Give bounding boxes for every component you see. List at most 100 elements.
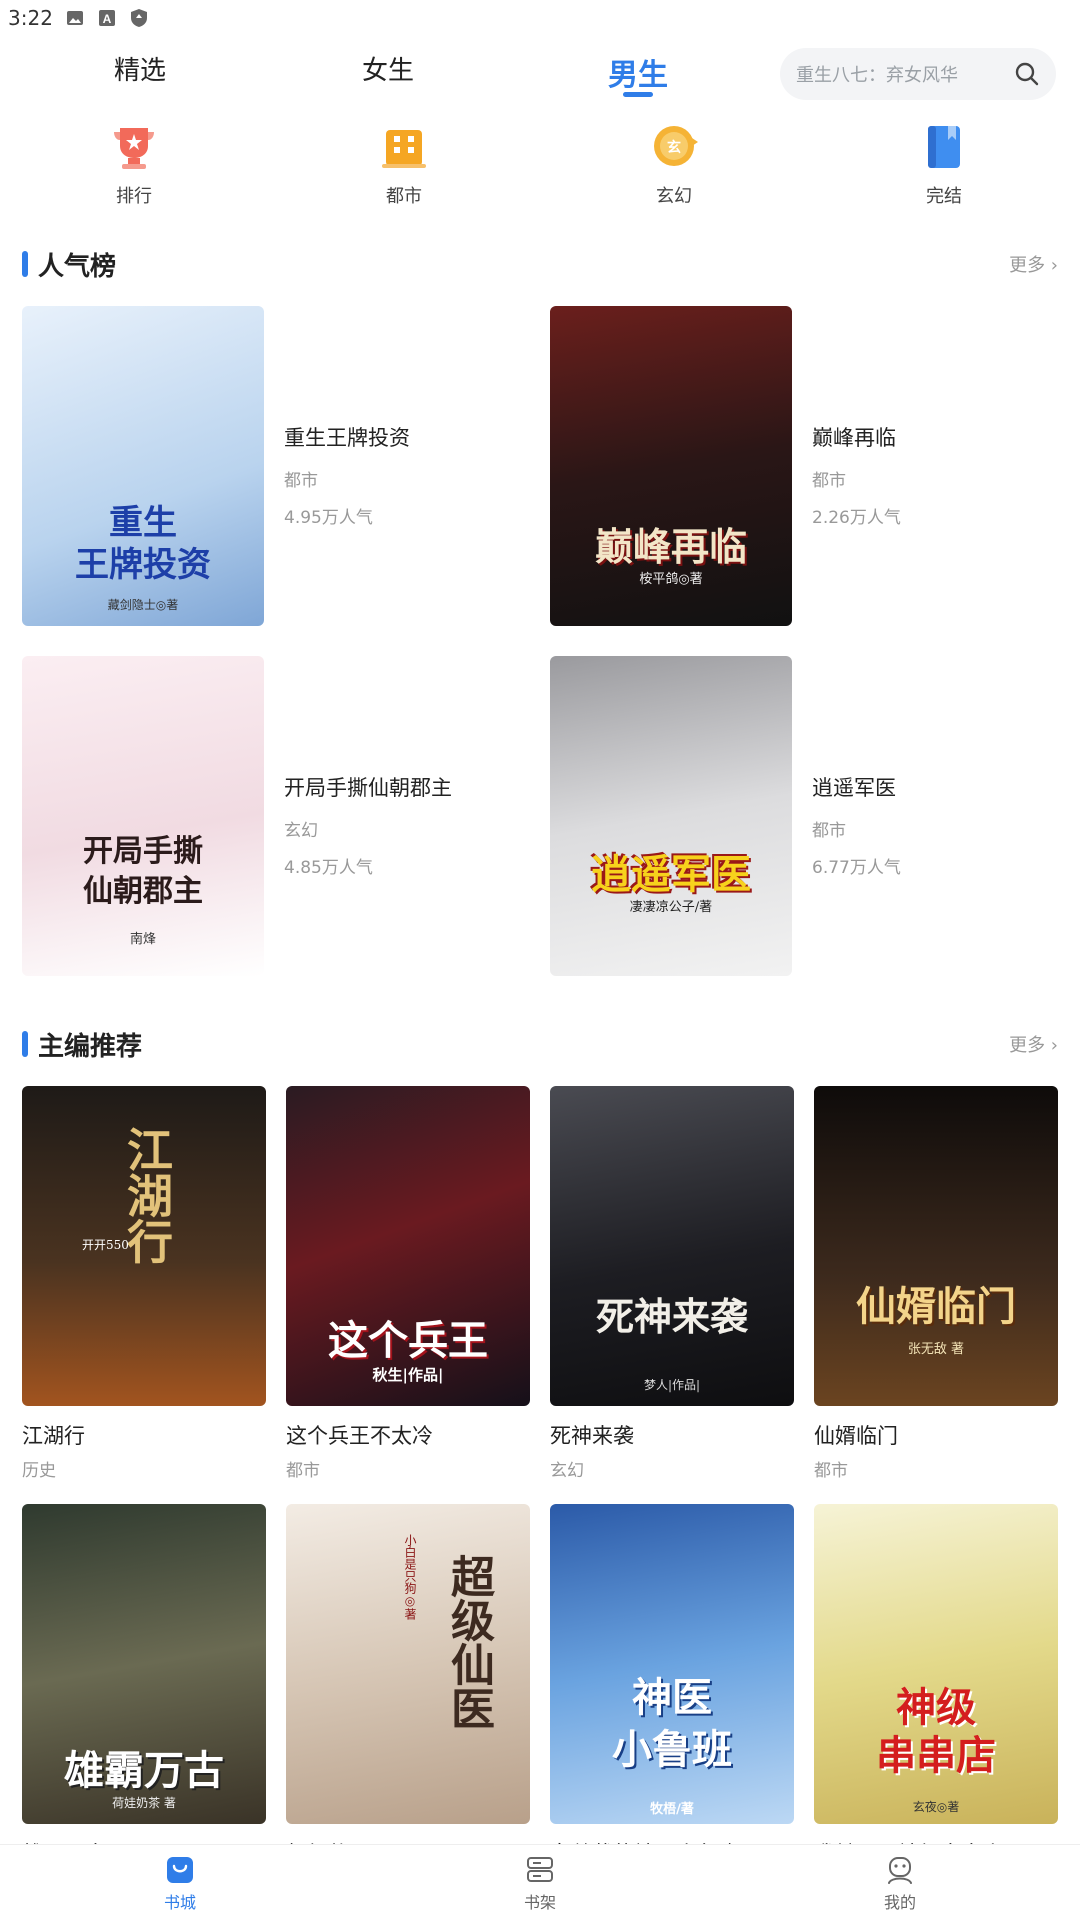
popular-book-card[interactable]: 重生 王牌投资 藏剑隐士◎著 重生王牌投资 都市 4.95万人气: [22, 306, 542, 626]
search-placeholder: 重生八七：弃女风华: [796, 65, 958, 86]
book-title: 逍遥军医: [812, 776, 896, 800]
book-title: 重生王牌投资: [284, 426, 410, 450]
tab-male[interactable]: 男生: [608, 50, 668, 94]
nav-label: 书架: [523, 1893, 556, 1912]
popular-book-card[interactable]: 逍遥军医 凄凄凉公子/著 逍遥军医 都市 6.77万人气: [550, 656, 1070, 976]
cover-title: 巅峰再临: [594, 524, 747, 569]
book-title: 这个兵王不太冷: [286, 1424, 433, 1448]
editor-book-card[interactable]: 仙婿临门 张无敌 著 仙婿临门 都市: [814, 1086, 1058, 1481]
book-meta: 巅峰再临 都市 2.26万人气: [812, 422, 901, 528]
bag-icon: [165, 1855, 195, 1885]
cover-author: 梦人|作品|: [643, 1378, 701, 1392]
cover-title: 重生 王牌投资: [75, 503, 211, 585]
user-icon: [885, 1855, 915, 1885]
editor-book-card[interactable]: 江湖行 开开550 江湖行 历史: [22, 1086, 266, 1481]
cover-title: 超级仙医: [443, 1554, 494, 1730]
shield-icon: [129, 8, 149, 28]
book-title: 死神来袭: [550, 1424, 634, 1448]
editor-book-card[interactable]: 神级串串店 玄夜◎著 我继承了神级串串店: [814, 1504, 1058, 1874]
category-label: 都市: [386, 186, 422, 207]
category-fantasy[interactable]: 玄 玄幻: [624, 120, 724, 208]
cover-author: 张无敌 著: [907, 1342, 965, 1357]
editor-section-header: 主编推荐 更多 ›: [22, 1024, 1058, 1064]
category-completed[interactable]: 完结: [894, 120, 994, 208]
book-cover: 江湖行 开开550: [22, 1086, 266, 1406]
cover-title: 雄霸万古: [64, 1747, 224, 1794]
bottom-navigation: 书城 书架 我的: [0, 1844, 1080, 1920]
cover-author: 玄夜◎著: [912, 1800, 960, 1814]
building-icon: [378, 120, 430, 172]
section-accent-bar: [22, 1031, 28, 1057]
book-genre: 都市: [814, 1461, 848, 1481]
book-genre: 玄幻: [284, 821, 318, 841]
book-title: 仙婿临门: [814, 1424, 898, 1448]
book-cover: 雄霸万古 荷娃奶茶 著: [22, 1504, 266, 1824]
cover-author: 牧梧/著: [650, 1802, 694, 1817]
book-cover: 超级仙医 小白是只狗◎著: [286, 1504, 530, 1824]
book-genre: 玄幻: [550, 1461, 584, 1481]
book-cover: 神医 小鲁班 牧梧/著: [550, 1504, 794, 1824]
book-cover: 这个兵王 秋生|作品|: [286, 1086, 530, 1406]
cover-author: 南烽: [129, 932, 156, 947]
book-meta: 开局手撕仙朝郡主 玄幻 4.85万人气: [284, 772, 452, 878]
active-tab-indicator: [623, 92, 653, 97]
category-label: 玄幻: [656, 186, 692, 207]
status-bar: 3:22 A: [0, 0, 1080, 36]
section-accent-bar: [22, 251, 28, 277]
book-cover: 仙婿临门 张无敌 著: [814, 1086, 1058, 1406]
cover-author: 桉平鸽◎著: [639, 572, 703, 587]
book-popularity: 6.77万人气: [812, 858, 901, 878]
trophy-icon: [108, 120, 160, 172]
tab-featured[interactable]: 精选: [114, 50, 166, 87]
cover-title: 神级 串串店: [876, 1684, 996, 1779]
cover-author: 荷娃奶茶 著: [112, 1796, 176, 1810]
book-meta: 逍遥军医 都市 6.77万人气: [812, 772, 901, 878]
cover-title: 死神来袭: [595, 1294, 748, 1339]
a-notification-icon: A: [97, 8, 117, 28]
category-urban[interactable]: 都市: [354, 120, 454, 208]
book-popularity: 4.95万人气: [284, 508, 373, 528]
popular-section-header: 人气榜 更多 ›: [22, 244, 1058, 284]
nav-bookstore[interactable]: 书城: [120, 1855, 240, 1913]
search-icon[interactable]: [1014, 61, 1040, 87]
book-cover: 死神来袭 梦人|作品|: [550, 1086, 794, 1406]
tab-female[interactable]: 女生: [362, 50, 414, 87]
cover-author: 秋生|作品|: [372, 1366, 444, 1384]
nav-bookshelf[interactable]: 书架: [480, 1855, 600, 1913]
editor-book-card[interactable]: 这个兵王 秋生|作品| 这个兵王不太冷 都市: [286, 1086, 530, 1481]
cover-author: 凄凄凉公子/著: [629, 900, 713, 915]
editor-book-card[interactable]: 神医小鲁班 牧梧/著 女总裁的神医小鲁班: [550, 1504, 794, 1874]
book-cover: 巅峰再临 桉平鸽◎著: [550, 306, 792, 626]
book-genre: 都市: [812, 471, 846, 491]
book-genre: 都市: [286, 1461, 320, 1481]
book-popularity: 2.26万人气: [812, 508, 901, 528]
category-row: 排行 都市 玄 玄幻 完结: [0, 120, 1080, 220]
svg-text:A: A: [103, 12, 112, 26]
cover-title: 神医 小鲁班: [612, 1674, 732, 1773]
top-tab-bar: 精选 女生 男生 重生八七：弃女风华: [0, 36, 1080, 132]
popular-book-card[interactable]: 开局手撕 仙朝郡主 南烽 开局手撕仙朝郡主 玄幻 4.85万人气: [22, 656, 542, 976]
popular-more-link[interactable]: 更多 ›: [1009, 251, 1058, 277]
book-cover: 逍遥军医 凄凄凉公子/著: [550, 656, 792, 976]
nav-label: 我的: [883, 1893, 916, 1912]
book-meta: 重生王牌投资 都市 4.95万人气: [284, 422, 410, 528]
book-cover: 神级 串串店 玄夜◎著: [814, 1504, 1058, 1824]
popular-book-card[interactable]: 巅峰再临 桉平鸽◎著 巅峰再临 都市 2.26万人气: [550, 306, 1070, 626]
editor-book-card[interactable]: 雄霸万古 荷娃奶茶 著 雄霸万古: [22, 1504, 266, 1874]
book-cover: 重生 王牌投资 藏剑隐士◎著: [22, 306, 264, 626]
book-genre: 历史: [22, 1461, 56, 1481]
book-title: 开局手撕仙朝郡主: [284, 776, 452, 800]
section-title: 人气榜: [38, 251, 117, 282]
editor-book-card[interactable]: 超级仙医 小白是只狗◎著 超级仙医: [286, 1504, 530, 1874]
book-title: 江湖行: [22, 1424, 85, 1448]
cover-title: 仙婿临门: [856, 1283, 1016, 1330]
bookshelf-icon: [525, 1855, 555, 1885]
book-title: 巅峰再临: [812, 426, 896, 450]
category-ranking[interactable]: 排行: [84, 120, 184, 208]
nav-profile[interactable]: 我的: [840, 1855, 960, 1913]
editor-more-link[interactable]: 更多 ›: [1009, 1031, 1058, 1057]
editor-book-card[interactable]: 死神来袭 梦人|作品| 死神来袭 玄幻: [550, 1086, 794, 1481]
cover-author: 小白是只狗◎著: [403, 1534, 417, 1620]
search-input[interactable]: 重生八七：弃女风华: [780, 48, 1056, 100]
xuan-badge-icon: 玄: [648, 120, 700, 172]
